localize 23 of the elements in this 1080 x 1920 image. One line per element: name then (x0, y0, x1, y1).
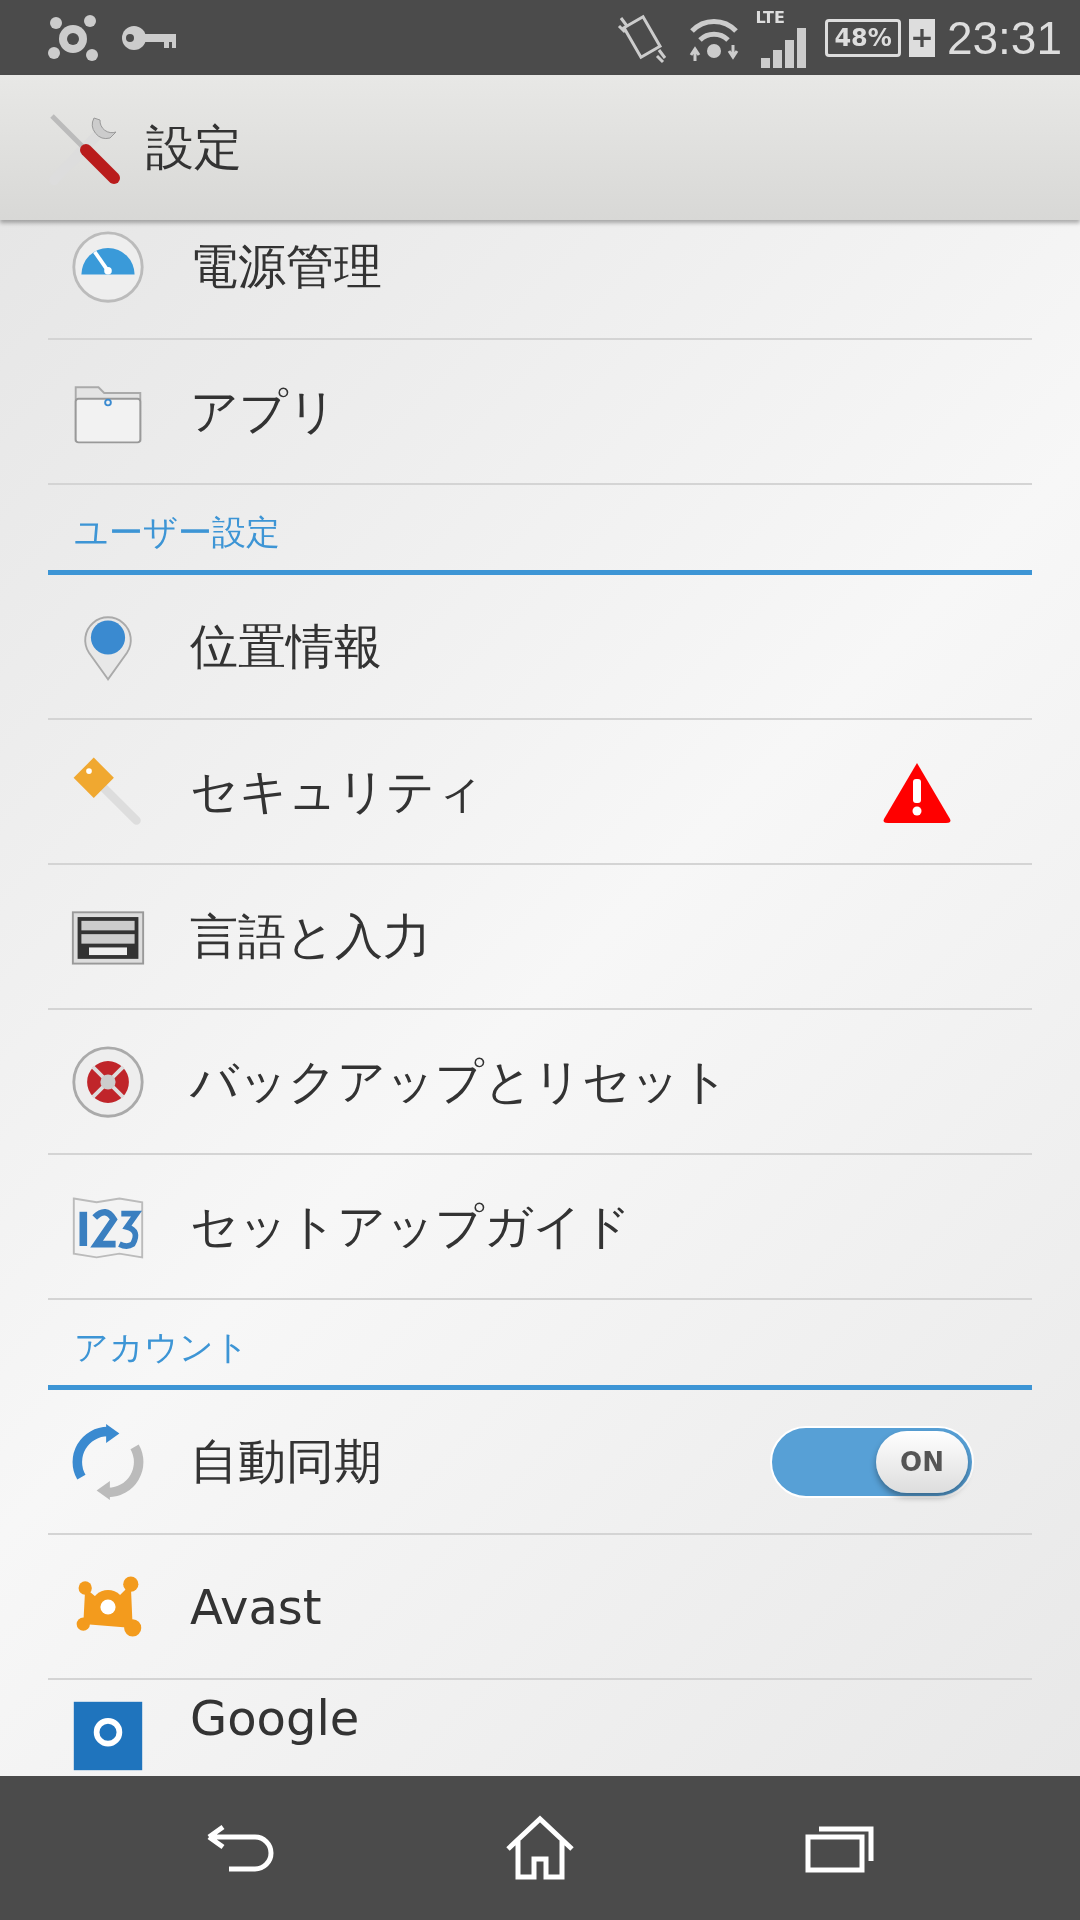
network-type-label: LTE (755, 7, 785, 27)
setting-label[interactable]: Avast (190, 1578, 1032, 1635)
setting-label[interactable]: 言語と入力 (190, 904, 1032, 969)
signal-icon (761, 27, 808, 68)
screen-title: 設定 (146, 117, 242, 177)
sync-icon (70, 1423, 146, 1500)
battery-level: 48% (825, 18, 901, 57)
setting-label[interactable]: セキュリティ (190, 759, 882, 824)
gauge-icon (70, 228, 146, 305)
setting-label: 自動同期 (190, 1431, 383, 1491)
clock-time: 23:31 (946, 10, 1062, 65)
splat-logo-icon (48, 14, 98, 61)
setting-label[interactable]: アプリ (190, 379, 1032, 444)
setting-label[interactable]: バックアップとリセット (190, 1049, 1032, 1114)
section-header: アカウント (74, 1326, 249, 1369)
toggle-switch[interactable]: ON (770, 1425, 974, 1498)
safe-dial-icon (70, 1043, 146, 1120)
setting-label[interactable]: 電源管理 (190, 234, 1032, 299)
section-header: ユーザー設定 (74, 511, 280, 554)
setting-label[interactable]: セットアップガイド (190, 1194, 1032, 1259)
charging-indicator: + (908, 18, 935, 57)
setting-label[interactable]: 位置情報 (190, 614, 1032, 679)
setting-label[interactable]: Google (190, 1690, 1032, 1746)
